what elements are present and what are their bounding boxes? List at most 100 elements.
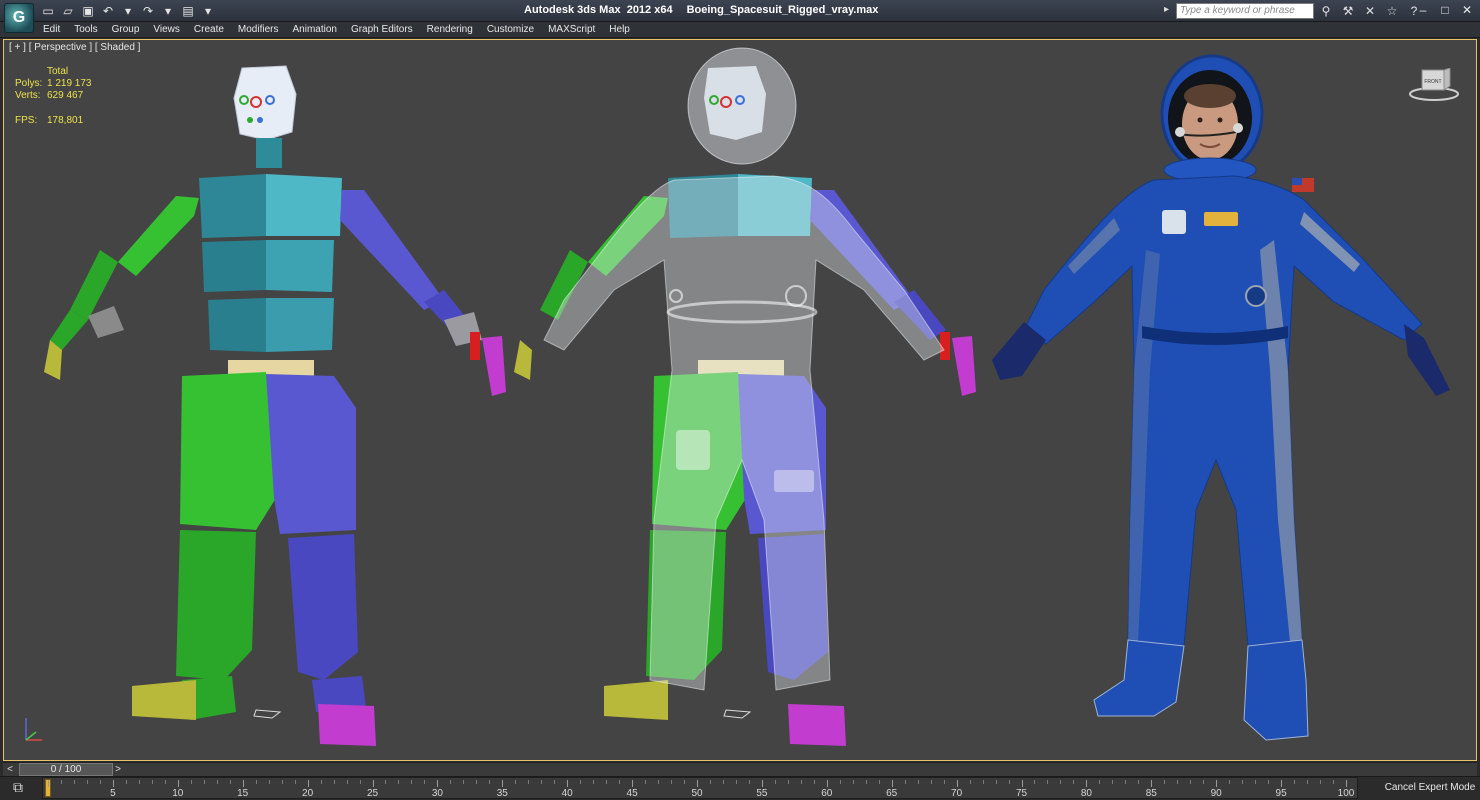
menu-graph-editors[interactable]: Graph Editors [344,23,420,37]
track-tick [333,780,335,784]
track-tick [671,780,673,784]
perspective-viewport[interactable]: [ + ] [ Perspective ] [ Shaded ] Total P… [3,39,1477,761]
favorites-star-icon[interactable]: ☆ [1384,3,1400,19]
track-tick [1125,780,1127,784]
time-slider-thumb[interactable]: 0 / 100 [19,763,113,776]
new-file-icon[interactable]: ▭ [40,3,56,19]
track-tick-label: 70 [951,788,963,799]
track-tick-label: 20 [302,788,314,799]
track-tick [580,780,582,784]
track-tick [852,780,854,784]
menu-edit[interactable]: Edit [36,23,67,37]
open-file-icon[interactable]: ▱ [60,3,76,19]
track-tick [177,780,179,787]
track-tick-label: 75 [1015,788,1028,799]
save-file-icon[interactable]: ▣ [80,3,96,19]
track-bar[interactable]: 5 10 15 20 25 30 35 40 45 50 55 60 65 70 75 80 85 90 95 100 [42,777,1358,799]
title-bar: G ▭ ▱ ▣ ↶ ▾ ↷ ▾ ▤ ▾ Autodesk 3ds Max 201… [0,0,1480,33]
stats-polys-value: 1 219 173 [47,78,92,89]
search-input[interactable]: Type a keyword or phrase [1176,3,1314,19]
scene-statistics: Total Polys: 1 219 173 Verts: 629 467 FPS:… [15,66,92,127]
undo-icon[interactable]: ↶ [100,3,116,19]
chevron-right-icon[interactable]: ▸ [1164,4,1169,15]
track-tick-label: 50 [691,788,703,799]
track-tick [930,780,932,784]
menu-rendering[interactable]: Rendering [420,23,480,37]
file-name: Boeing_Spacesuit_Rigged_vray.max [686,4,879,16]
track-tick [891,780,893,787]
track-tick [774,780,776,784]
track-tick [826,780,828,787]
communication-icon[interactable]: ✕ [1362,3,1378,19]
track-tick [813,780,815,784]
viewcube-icon[interactable]: FRONT [1408,68,1460,102]
track-tick [800,780,802,784]
track-tick [372,780,374,787]
track-tick [1294,780,1296,784]
track-tick [502,780,504,787]
track-tick [606,780,608,784]
redo-dropdown-icon[interactable]: ▾ [160,3,176,19]
project-folder-icon[interactable]: ▤ [180,3,196,19]
track-tick [1164,780,1166,784]
app-logo-icon[interactable]: G [4,3,34,33]
track-tick [787,780,789,784]
track-tick [60,780,62,784]
track-tick [1307,780,1309,784]
menu-maxscript[interactable]: MAXScript [541,23,602,37]
track-tick [1086,780,1088,787]
menu-modifiers[interactable]: Modifiers [231,23,286,37]
undo-dropdown-icon[interactable]: ▾ [120,3,136,19]
track-tick [619,780,621,784]
track-tick [346,780,348,784]
track-tick [1138,780,1140,784]
toolbar-customize-icon[interactable]: ▾ [200,3,216,19]
time-next-icon[interactable]: > [113,763,123,776]
track-tick [1281,780,1283,787]
stats-total-label: Total [47,66,69,77]
cancel-expert-mode-button[interactable]: Cancel Expert Mode [1384,777,1476,799]
track-tick [1008,780,1010,784]
track-tick [73,780,75,784]
track-tick [645,780,647,784]
axis-tripod-icon [25,718,42,741]
menu-group[interactable]: Group [105,23,147,37]
menu-help[interactable]: Help [602,23,637,37]
track-tick [1112,780,1114,784]
rig-with-translucent-suit-figure[interactable] [514,47,976,746]
menu-customize[interactable]: Customize [480,23,541,37]
track-tick [1346,780,1347,787]
menu-views[interactable]: Views [146,23,187,37]
track-tick [528,780,530,784]
menu-animation[interactable]: Animation [285,23,343,37]
minimize-icon[interactable]: – [1416,3,1430,17]
mini-curve-editor-icon[interactable]: ⧉ [8,779,28,797]
track-tick [398,780,400,784]
track-tick [593,780,595,784]
track-tick [450,780,452,784]
time-prev-icon[interactable]: < [5,763,15,776]
track-tick [138,780,140,784]
track-tick [164,780,166,784]
redo-icon[interactable]: ↷ [140,3,156,19]
main-menu: Edit Tools Group Views Create Modifiers … [36,23,637,37]
track-tick [658,780,660,784]
track-tick [1073,780,1075,784]
maximize-icon[interactable]: □ [1438,3,1452,17]
track-tick-label: 35 [496,788,508,799]
close-icon[interactable]: ✕ [1460,3,1474,17]
menu-create[interactable]: Create [187,23,231,37]
track-tick-label: 60 [821,788,833,799]
rig-proxy-figure[interactable] [44,65,506,746]
menu-tools[interactable]: Tools [67,23,104,37]
viewport-label[interactable]: [ + ] [ Perspective ] [ Shaded ] [9,42,140,53]
rendered-spacesuit-figure[interactable] [992,54,1450,741]
tools-icon[interactable]: ⚒ [1340,3,1356,19]
stats-fps-value: 178,801 [47,115,84,126]
track-tick [1047,780,1049,784]
binoculars-icon[interactable]: ⚲ [1318,3,1334,19]
time-slider[interactable]: < 0 / 100 > [3,762,1477,776]
track-tick [917,780,919,784]
track-tick [1255,780,1257,784]
track-tick [1190,780,1192,784]
